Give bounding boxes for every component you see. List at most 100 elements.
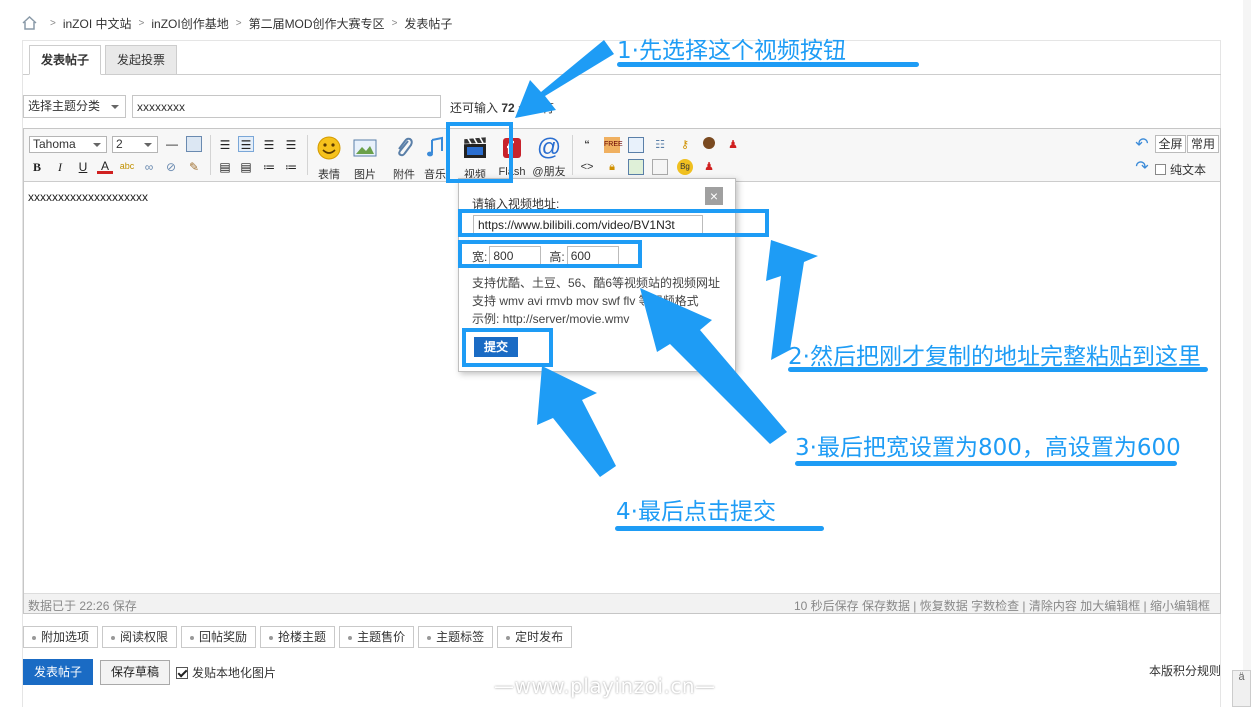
option-reply-reward[interactable]: 回帖奖励	[181, 626, 257, 648]
plaintext-checkbox[interactable]: 纯文本	[1155, 161, 1206, 178]
free-icon[interactable]: FREE	[604, 137, 623, 153]
key-icon[interactable]: ⚷	[677, 137, 693, 153]
tab-poll[interactable]: 发起投票	[105, 45, 178, 75]
video-help-text: 支持优酷、土豆、56、酷6等视频站的视频网址 支持 wmv avi rmvb m…	[472, 274, 720, 328]
annotation-underline	[617, 62, 919, 67]
option-label: 主题售价	[357, 630, 406, 644]
undo-icon[interactable]: ↶	[1134, 137, 1150, 153]
qq-icon[interactable]: ♟	[701, 159, 717, 175]
bullet-icon	[190, 635, 195, 640]
emoji-button[interactable]: 表情	[311, 131, 347, 181]
annotation-step-3: 3·最后把宽设置为800，高设置为600	[795, 435, 1181, 461]
font-size-select[interactable]: 2	[112, 136, 158, 153]
chevron-down-icon	[93, 143, 101, 147]
smiley-icon	[317, 136, 341, 160]
align-left-active-icon[interactable]: ☰	[238, 136, 254, 152]
close-icon[interactable]: ×	[705, 187, 723, 205]
remain-count: 72	[501, 101, 515, 115]
checkbox-checked-icon	[176, 666, 188, 679]
remain-suffix: 个字符	[518, 101, 555, 115]
option-floor-topic[interactable]: 抢楼主题	[260, 626, 336, 648]
tab-bar: 发表帖子 发起投票	[29, 45, 181, 75]
option-schedule[interactable]: 定时发布	[497, 626, 573, 648]
qq-icon[interactable]: ♟	[725, 137, 741, 153]
option-read-permission[interactable]: 阅读权限	[102, 626, 178, 648]
checkbox-icon	[1155, 164, 1166, 175]
side-float-tab[interactable]: ä	[1232, 670, 1251, 707]
tab-post[interactable]: 发表帖子	[29, 45, 102, 75]
option-extra[interactable]: 附加选项	[23, 626, 99, 648]
highlight-size-inputs	[458, 240, 642, 268]
breadcrumb-link-base[interactable]: inZOI创作基地	[151, 15, 228, 32]
code-icon[interactable]: <>	[579, 159, 595, 175]
editor-toolbar: Tahoma 2 — B I U A abc ∞ ⊘ ✎ ☰ ☰ ☰ ☰ ▤ ▤…	[24, 129, 1220, 182]
align-center-icon[interactable]: ☰	[261, 137, 277, 153]
align-left-icon[interactable]: ☰	[217, 137, 233, 153]
image-button[interactable]: 图片	[347, 131, 383, 181]
bold-icon[interactable]: B	[29, 159, 45, 175]
music-note-icon	[427, 136, 443, 157]
option-label: 回帖奖励	[199, 630, 248, 644]
highlight-video-button	[446, 122, 513, 183]
at-sign-icon: @	[536, 134, 562, 161]
bg-music-icon[interactable]: Bg	[677, 159, 693, 175]
background-color-icon[interactable]: abc	[119, 158, 135, 174]
forum-rules-link[interactable]: 本版积分规则	[1149, 662, 1221, 679]
option-price[interactable]: 主题售价	[339, 626, 415, 648]
float-right-icon[interactable]: ▤	[238, 159, 254, 175]
help-line: 支持 wmv avi rmvb mov swf flv 等视频格式	[472, 294, 699, 308]
list-index-icon[interactable]: ☷	[652, 137, 668, 153]
emoji-label: 表情	[318, 169, 340, 181]
redo-icon[interactable]: ↷	[1134, 160, 1150, 176]
help-line: 示例: http://server/movie.wmv	[472, 312, 630, 326]
remain-prefix: 还可输入	[450, 101, 499, 115]
horizontal-rule-icon[interactable]: —	[164, 136, 180, 152]
toolbar-divider	[307, 135, 308, 175]
underline-icon[interactable]: U	[75, 159, 91, 175]
unordered-list-icon[interactable]: ≔	[283, 159, 299, 175]
quote-icon[interactable]: “	[579, 137, 595, 153]
font-family-select[interactable]: Tahoma	[29, 136, 107, 153]
clear-format-icon[interactable]: ✎	[186, 159, 202, 175]
font-color-icon[interactable]: A	[97, 158, 113, 174]
home-icon[interactable]	[22, 16, 37, 30]
breadcrumb-link-site[interactable]: inZOI 中文站	[63, 15, 132, 32]
attachment-button[interactable]: 附件	[386, 131, 422, 181]
toolbar-divider	[572, 135, 573, 175]
save-draft-button[interactable]: 保存草稿	[100, 660, 170, 685]
mention-label: @朋友	[532, 166, 566, 178]
page-scrollbar[interactable]	[1243, 0, 1251, 707]
image-icon	[353, 139, 377, 157]
mention-button[interactable]: @ @朋友	[531, 131, 567, 179]
table-icon[interactable]	[186, 136, 202, 152]
download-page-icon[interactable]	[628, 159, 644, 175]
disc-icon[interactable]	[701, 137, 717, 153]
annotation-underline	[795, 461, 1177, 466]
align-right-icon[interactable]: ☰	[283, 137, 299, 153]
option-label: 定时发布	[515, 630, 564, 644]
unlink-icon[interactable]: ⊘	[163, 159, 179, 175]
blank-page-icon[interactable]	[652, 159, 668, 175]
post-submit-button[interactable]: 发表帖子	[23, 659, 93, 685]
title-input[interactable]	[132, 95, 441, 118]
audio-button[interactable]: 音乐	[422, 131, 448, 179]
chevron-right-icon: >	[235, 17, 242, 29]
editor-actions[interactable]: 10 秒后保存 保存数据 | 恢复数据 字数检查 | 清除内容 加大编辑框 | …	[794, 597, 1210, 614]
lock-icon[interactable]: 🔒︎	[604, 159, 620, 175]
float-left-icon[interactable]: ▤	[217, 159, 233, 175]
bullet-icon	[506, 635, 511, 640]
link-icon[interactable]: ∞	[141, 159, 157, 175]
option-tags[interactable]: 主题标签	[418, 626, 494, 648]
fullscreen-button[interactable]: 全屏	[1155, 135, 1186, 153]
common-button[interactable]: 常用	[1187, 135, 1219, 153]
highlight-url-input	[458, 209, 769, 237]
category-select[interactable]: 选择主题分类	[23, 95, 126, 118]
ordered-list-icon[interactable]: ≔	[261, 159, 277, 175]
chevron-right-icon: >	[138, 17, 145, 29]
editor-content[interactable]: xxxxxxxxxxxxxxxxxxxx	[28, 190, 148, 204]
italic-icon[interactable]: I	[52, 159, 68, 175]
page-icon[interactable]	[628, 137, 644, 153]
autosave-status: 数据已于 22:26 保存	[28, 599, 137, 613]
breadcrumb-link-forum[interactable]: 第二届MOD创作大赛专区	[249, 15, 385, 32]
localize-images-checkbox[interactable]: 发贴本地化图片	[176, 664, 276, 681]
